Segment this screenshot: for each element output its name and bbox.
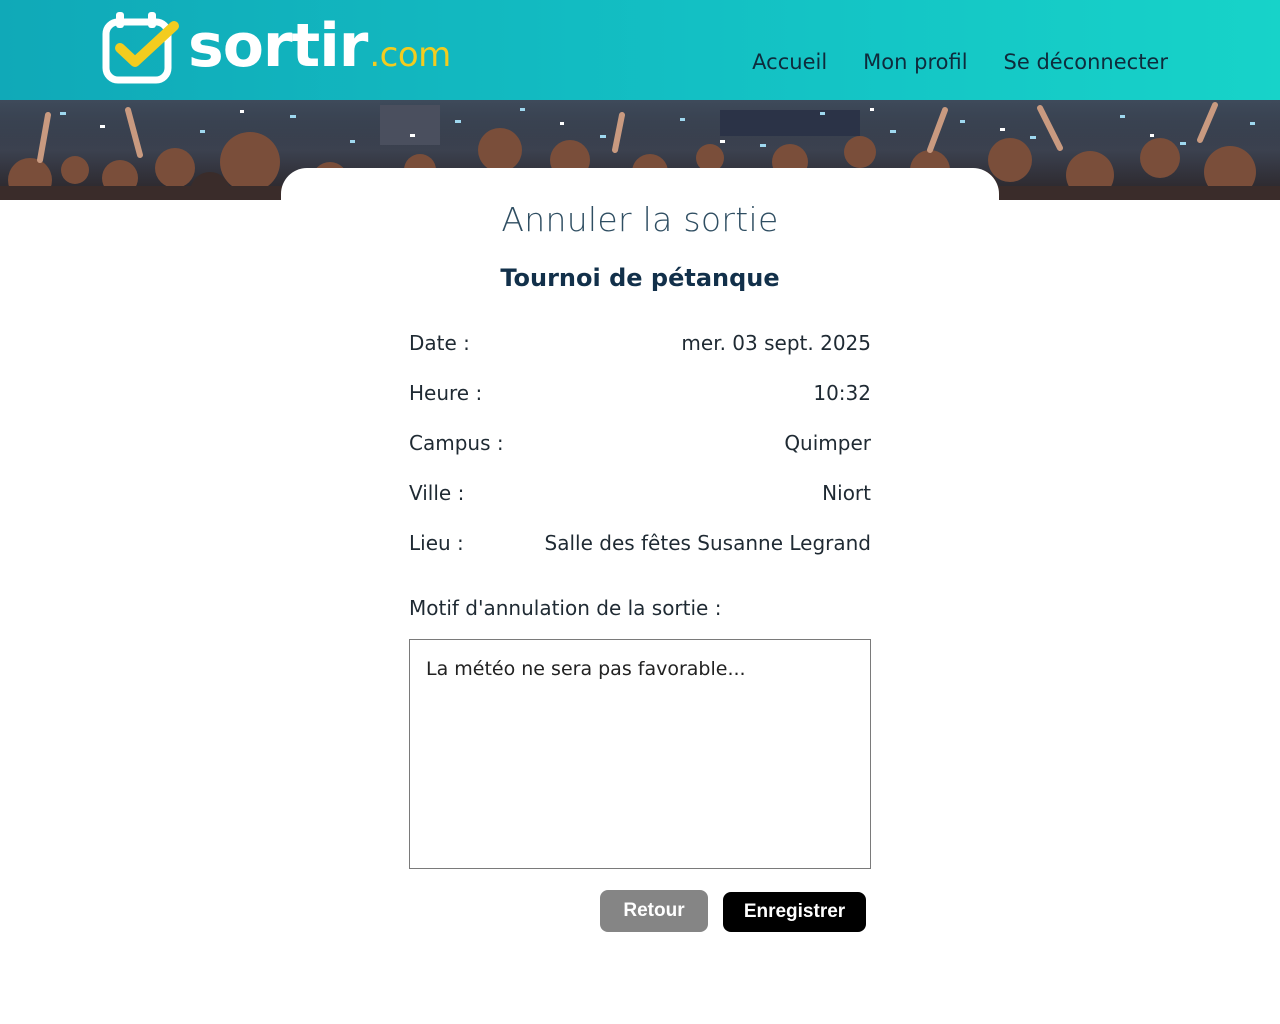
detail-label: Date : xyxy=(409,331,470,355)
save-button[interactable]: Enregistrer xyxy=(723,892,866,932)
nav-accueil-link[interactable]: Accueil xyxy=(752,50,827,74)
detail-label: Heure : xyxy=(409,381,483,405)
detail-row-heure: Heure : 10:32 xyxy=(409,368,871,418)
page-title: Annuler la sortie xyxy=(501,200,779,239)
retour-button[interactable]: Retour xyxy=(600,890,708,932)
motif-textarea[interactable]: La météo ne sera pas favorable... xyxy=(409,639,871,869)
site-header: sortir.com Accueil Mon profil Se déconne… xyxy=(0,0,1280,100)
detail-value: Niort xyxy=(822,481,871,505)
logo-wordmark: sortir.com xyxy=(188,8,451,93)
nav-deconnecter-link[interactable]: Se déconnecter xyxy=(1004,50,1168,74)
detail-label: Ville : xyxy=(409,481,465,505)
calendar-check-icon xyxy=(102,12,179,84)
cancel-outing-card: Annuler la sortie Tournoi de pétanque Da… xyxy=(281,168,999,988)
event-details: Date : mer. 03 sept. 2025 Heure : 10:32 … xyxy=(409,318,871,568)
detail-row-lieu: Lieu : Salle des fêtes Susanne Legrand xyxy=(409,518,871,568)
detail-label: Lieu : xyxy=(409,531,464,555)
event-name: Tournoi de pétanque xyxy=(500,264,780,292)
logo-word: sortir xyxy=(188,11,368,81)
logo-tld: .com xyxy=(369,35,451,75)
motif-label: Motif d'annulation de la sortie : xyxy=(409,596,722,620)
detail-value: Quimper xyxy=(784,431,871,455)
detail-row-date: Date : mer. 03 sept. 2025 xyxy=(409,318,871,368)
main-nav: Accueil Mon profil Se déconnecter xyxy=(752,50,1168,74)
nav-mon-profil-link[interactable]: Mon profil xyxy=(863,50,967,74)
detail-value: 10:32 xyxy=(813,381,871,405)
detail-row-ville: Ville : Niort xyxy=(409,468,871,518)
detail-row-campus: Campus : Quimper xyxy=(409,418,871,468)
detail-value: mer. 03 sept. 2025 xyxy=(681,331,871,355)
detail-label: Campus : xyxy=(409,431,504,455)
detail-value: Salle des fêtes Susanne Legrand xyxy=(544,531,871,555)
